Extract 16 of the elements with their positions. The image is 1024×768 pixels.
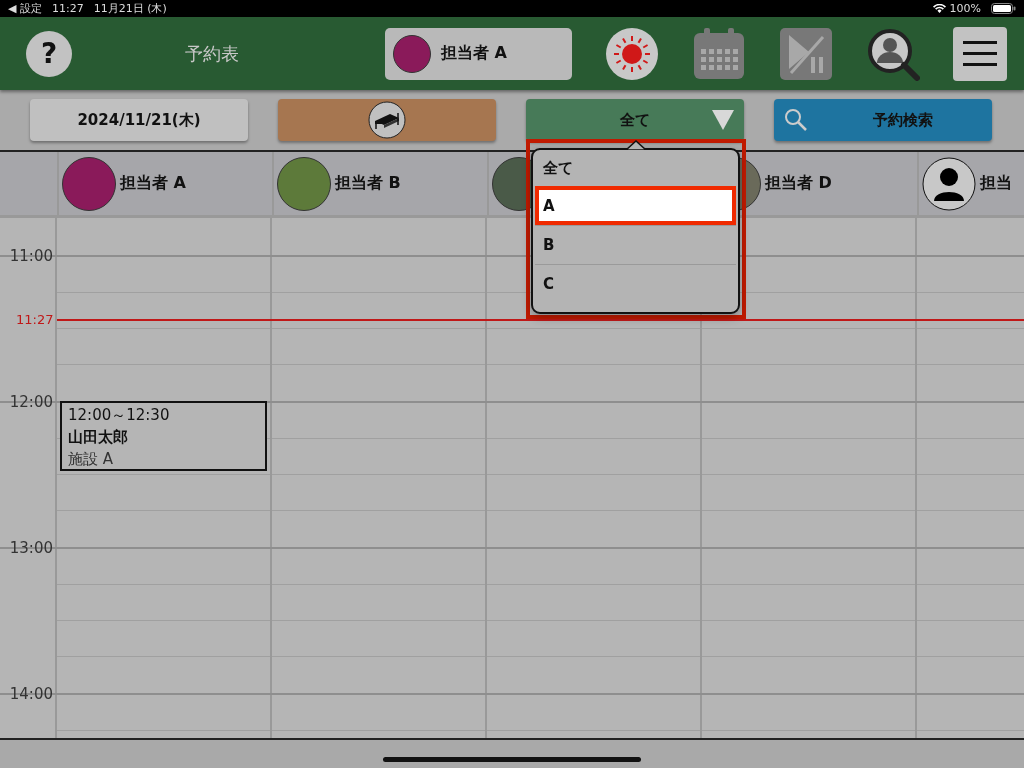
staff-name: 担当者 B bbox=[335, 173, 401, 194]
status-date: 11月21日 (木) bbox=[93, 1, 167, 16]
staff-name: 担当者 D bbox=[765, 173, 832, 194]
facility-name: 施設 A bbox=[68, 448, 115, 470]
screen-title: 予約表 bbox=[184, 41, 240, 66]
staff-name: 担当 bbox=[980, 173, 1012, 194]
time-label: 14:00 bbox=[9, 685, 53, 703]
customer-name: 山田太郎 bbox=[68, 426, 129, 448]
staff-name: 担当者 A bbox=[120, 173, 186, 194]
appointment-time: 12:00～12:30 bbox=[68, 404, 171, 426]
status-time: 11:27 bbox=[51, 2, 84, 15]
time-label: 13:00 bbox=[9, 539, 53, 557]
time-label: 11:00 bbox=[9, 247, 53, 265]
time-label: 12:00 bbox=[9, 393, 53, 411]
battery-percent: 100% bbox=[949, 2, 981, 15]
current-time-label: 11:27 bbox=[16, 311, 54, 327]
